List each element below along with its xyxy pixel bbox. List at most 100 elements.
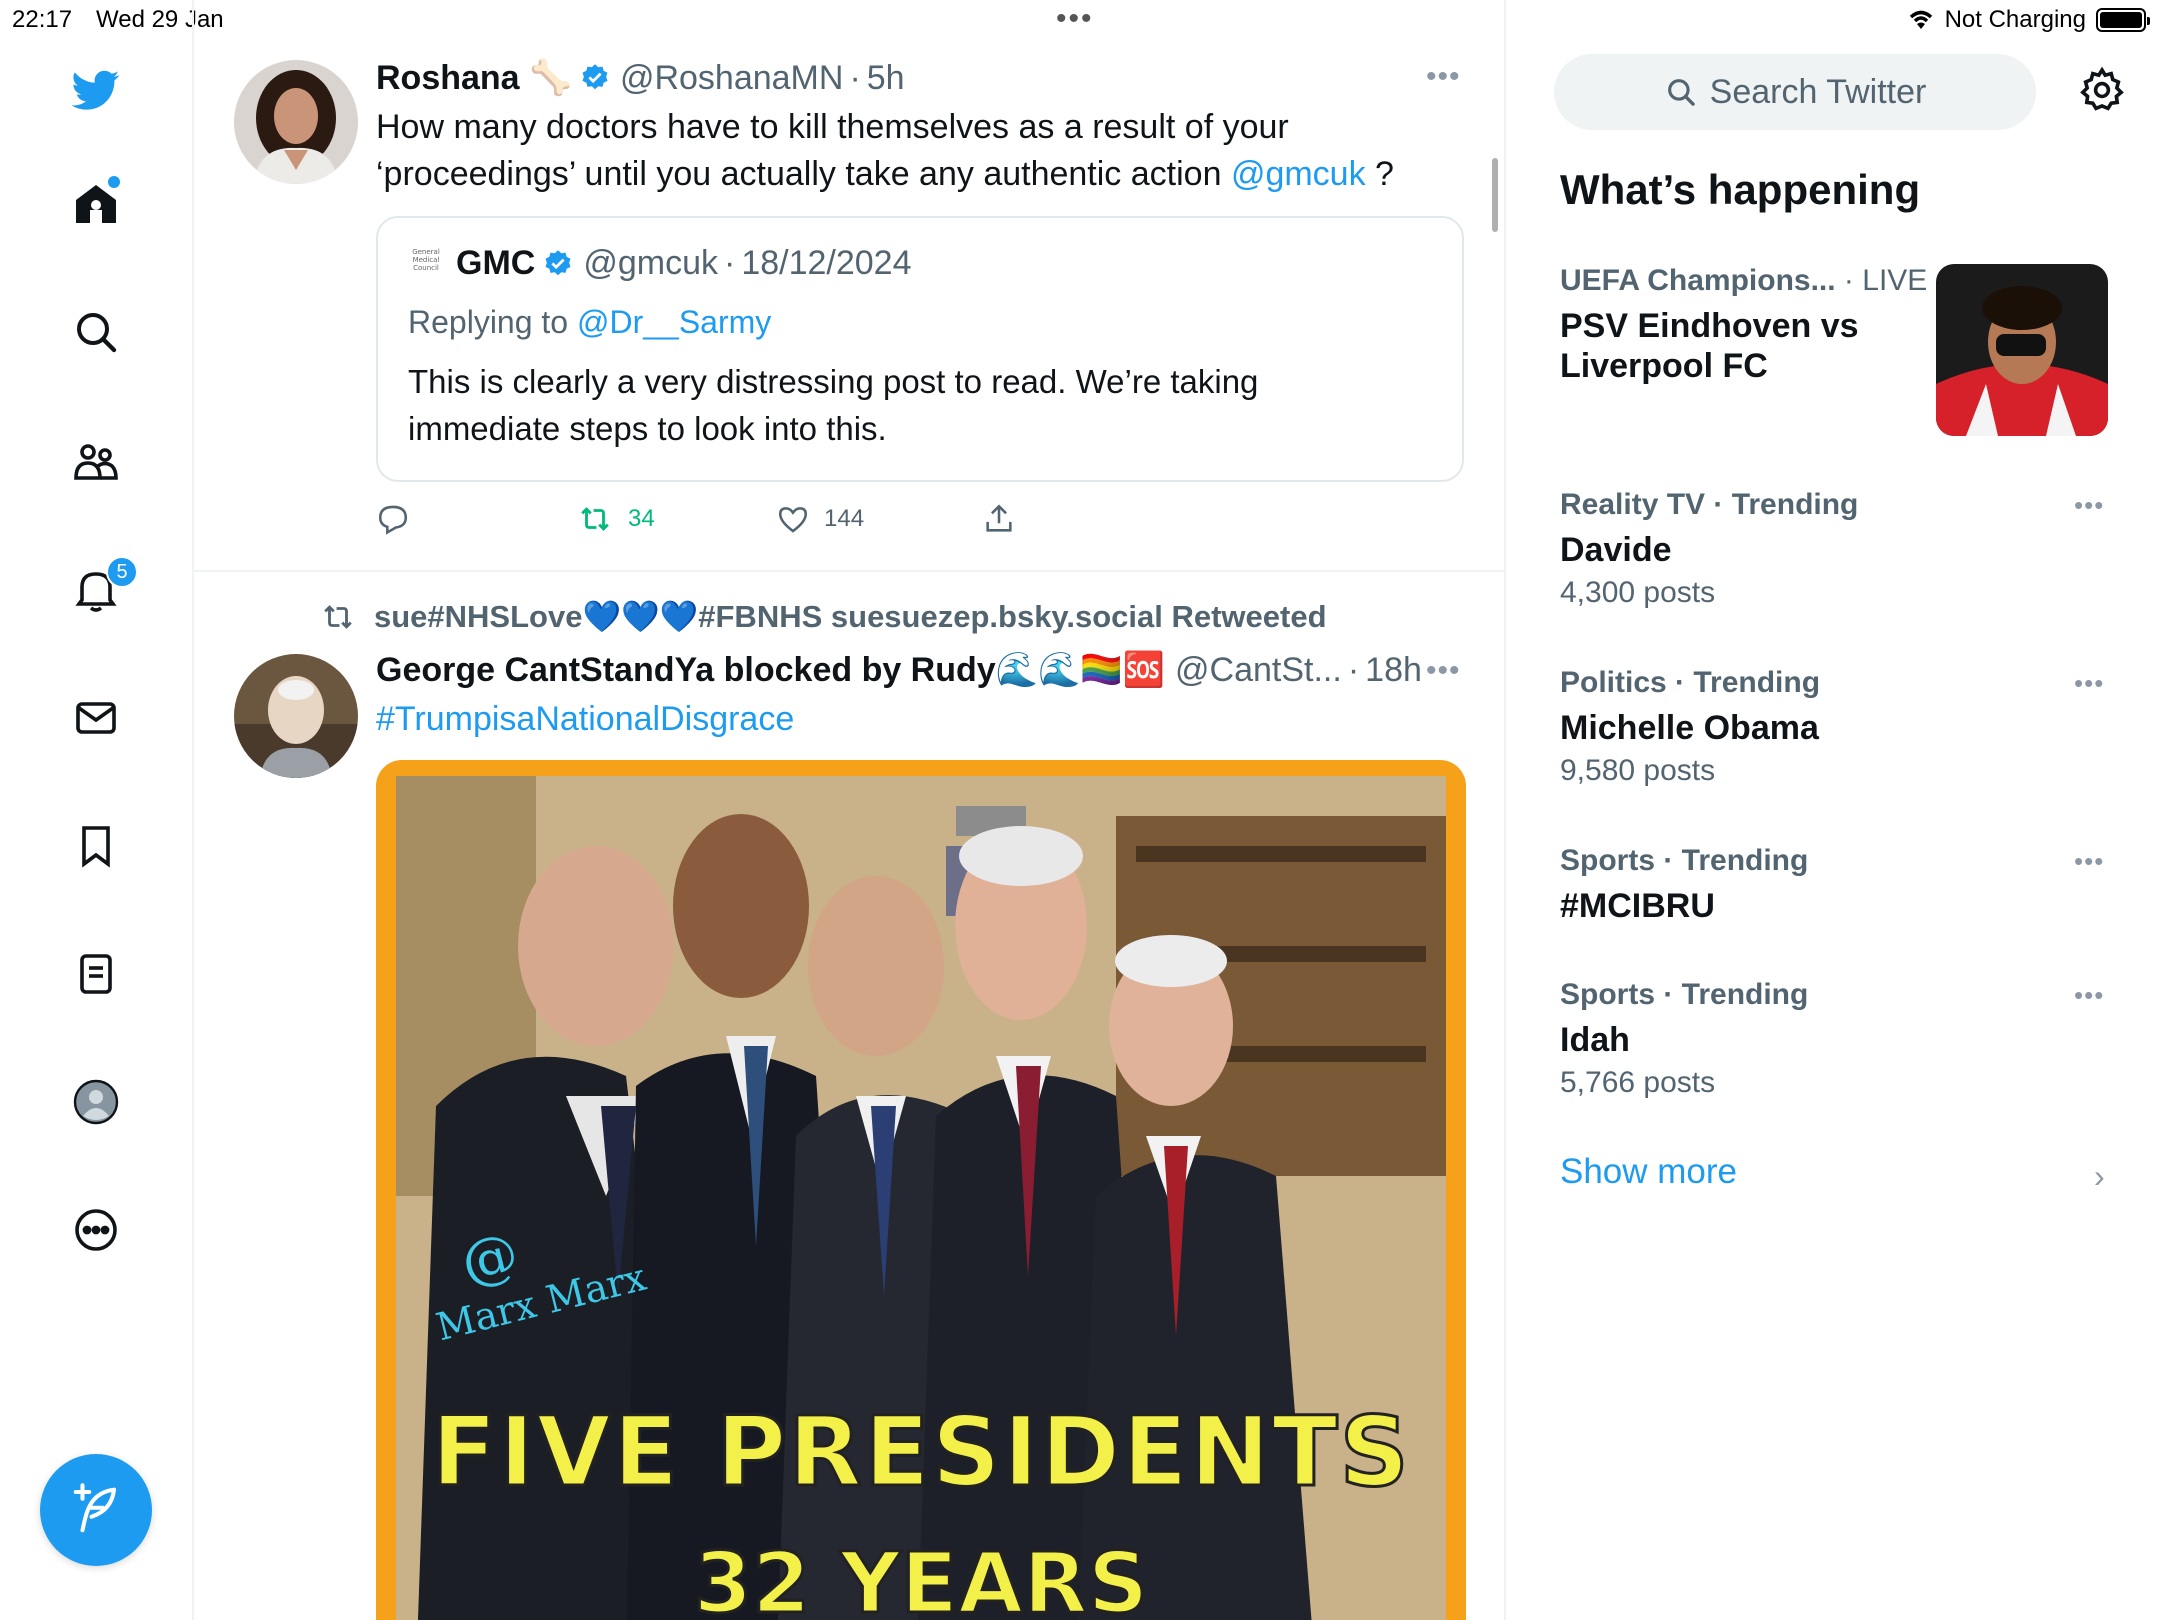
trend-item[interactable]: Politics · Trending Michelle Obama 9,580…: [1560, 666, 2120, 788]
chevron-right-icon[interactable]: ›: [2094, 1158, 2105, 1195]
tweet-header: George CantStandYa blocked by Rudy🌊🌊🏳️‍🌈…: [376, 650, 1422, 690]
author-name[interactable]: Roshana: [376, 59, 520, 98]
retweet-icon: [581, 507, 609, 531]
tweet-text: How many doctors have to kill themselves…: [376, 104, 1476, 198]
replying-to-handle[interactable]: @Dr__Sarmy: [577, 304, 771, 340]
hashtag-link[interactable]: #TrumpisaNationalDisgrace: [376, 700, 794, 738]
trend-meta: UEFA Champions... · LIVE: [1560, 264, 1940, 298]
right-sidebar: Search Twitter What’s happening UEFA Cha…: [1508, 0, 2160, 1620]
compose-icon: [73, 1483, 117, 1533]
trend-more-icon[interactable]: •••: [2074, 490, 2104, 521]
trend-post-count: 4,300 posts: [1560, 576, 1716, 609]
tweet-image[interactable]: @ Marx Marx FIVE PRESIDENTS 32 YEARS: [376, 760, 1466, 1620]
retweet-icon: [324, 604, 352, 629]
trend-post-count: 5,766 posts: [1560, 1066, 1716, 1099]
replying-to-label: Replying to: [408, 304, 577, 340]
image-content: @ Marx Marx FIVE PRESIDENTS 32 YEARS: [396, 776, 1446, 1620]
retweet-count: 34: [628, 505, 655, 532]
verified-badge-icon: [545, 249, 571, 275]
quote-text-line: This is clearly a very distressing post …: [408, 363, 1259, 400]
tweet-more-icon[interactable]: •••: [1426, 60, 1461, 94]
quote-author-handle: @gmcuk: [583, 244, 718, 282]
avatar-roshana[interactable]: [234, 60, 358, 184]
trend-item[interactable]: Sports · Trending Idah 5,766 posts: [1560, 978, 2120, 1100]
tweet-text: #TrumpisaNationalDisgrace: [376, 696, 794, 743]
trend-more-icon[interactable]: •••: [2074, 980, 2104, 1011]
reply-icon: [378, 505, 408, 535]
quote-text-line: immediate steps to look into this.: [408, 410, 887, 447]
trend-item[interactable]: Reality TV · Trending Davide 4,300 posts: [1560, 488, 2120, 610]
timeline-scrollbar[interactable]: [1492, 158, 1498, 232]
trend-name: Michelle Obama: [1560, 709, 1819, 747]
quote-header: GMC @gmcuk · 18/12/2024: [456, 244, 911, 283]
notification-badge: 5: [106, 556, 138, 588]
trend-category: Reality TV · Trending: [1560, 488, 1859, 521]
trend-category: UEFA Champions...: [1560, 264, 1836, 297]
search-icon: [1667, 79, 1695, 106]
gmc-logo: General Medical Council: [412, 248, 440, 272]
author-handle[interactable]: @CantSt...: [1175, 651, 1342, 690]
show-more-link[interactable]: Show more: [1560, 1152, 1737, 1192]
messages-icon[interactable]: [66, 688, 126, 748]
replying-to: Replying to @Dr__Sarmy: [408, 304, 771, 341]
quote-date: 18/12/2024: [741, 244, 912, 282]
tweet-divider: [194, 570, 1504, 572]
trend-thumbnail[interactable]: [1936, 264, 2108, 436]
retweeted-by: sue#NHSLove💙💙💙#FBNHS suesuezep.bsky.soci…: [318, 598, 1327, 635]
tweet-time[interactable]: 5h: [867, 59, 905, 98]
twitter-logo-icon[interactable]: [66, 60, 126, 120]
quoted-tweet[interactable]: General Medical Council GMC @gmcuk · 18/…: [376, 216, 1464, 482]
trend-name: #MCIBRU: [1560, 887, 1715, 925]
quote-text: This is clearly a very distressing post …: [408, 358, 1448, 452]
separator: ·: [1347, 650, 1360, 689]
notifications-icon[interactable]: 5: [66, 556, 138, 620]
separator: ·: [849, 58, 861, 97]
retweeted-by-text[interactable]: sue#NHSLove💙💙💙#FBNHS suesuezep.bsky.soci…: [374, 598, 1327, 635]
lists-icon[interactable]: [66, 944, 126, 1004]
home-timeline[interactable]: Roshana 🦴 @RoshanaMN · 5h ••• How many d…: [194, 0, 1506, 1620]
retweet-button[interactable]: 34: [576, 502, 655, 536]
home-unread-dot: [108, 176, 120, 188]
trend-category: Sports · Trending: [1560, 978, 1809, 1011]
compose-button[interactable]: [40, 1454, 152, 1566]
trend-live-label: · LIVE: [1835, 264, 1928, 297]
more-icon[interactable]: [66, 1200, 126, 1260]
trend-category: Sports · Trending: [1560, 844, 1809, 877]
trend-item[interactable]: UEFA Champions... · LIVE PSV Eindhoven v…: [1560, 264, 1940, 386]
trend-more-icon[interactable]: •••: [2074, 668, 2104, 699]
image-caption-line2: 32 YEARS: [692, 1533, 1150, 1620]
tweet-time[interactable]: 18h: [1365, 651, 1422, 690]
author-handle[interactable]: @RoshanaMN: [620, 59, 844, 98]
trend-item[interactable]: Sports · Trending #MCIBRU: [1560, 844, 2120, 926]
search-icon[interactable]: [66, 302, 126, 362]
communities-icon[interactable]: [66, 432, 126, 492]
share-icon: [986, 504, 1012, 532]
separator: ·: [723, 244, 736, 282]
like-count: 144: [824, 505, 865, 532]
trend-name: PSV Eindhoven vs Liverpool FC: [1560, 307, 1859, 385]
mention-link[interactable]: @gmcuk: [1231, 155, 1366, 193]
like-button[interactable]: 144: [776, 502, 864, 536]
profile-icon[interactable]: [66, 1072, 126, 1132]
author-name[interactable]: George CantStandYa blocked by Rudy🌊🌊🏳️‍🌈…: [376, 650, 1165, 690]
share-button[interactable]: [982, 502, 1016, 536]
left-navigation: 5: [0, 0, 194, 1620]
image-caption-line1: FIVE PRESIDENTS: [430, 1395, 1411, 1510]
tweet-header: Roshana 🦴 @RoshanaMN · 5h: [376, 58, 905, 98]
reply-button[interactable]: [376, 502, 410, 536]
avatar-george[interactable]: [234, 654, 358, 778]
home-icon[interactable]: [66, 174, 126, 234]
name-emoji: 🦴: [529, 59, 572, 97]
tweet-actions: 34 144: [376, 502, 1076, 542]
search-placeholder: Search Twitter: [1709, 72, 1927, 111]
bookmarks-icon[interactable]: [66, 816, 126, 876]
tweet-text-line: ‘proceedings’ until you actually take an…: [376, 151, 1476, 198]
settings-gear-icon[interactable]: [2078, 66, 2126, 114]
tweet-text-line: How many doctors have to kill themselves…: [376, 108, 1289, 146]
search-input[interactable]: Search Twitter: [1554, 54, 2036, 130]
quote-author-name: GMC: [456, 244, 536, 282]
tweet-more-icon[interactable]: •••: [1426, 654, 1461, 688]
trend-more-icon[interactable]: •••: [2074, 846, 2104, 877]
tweet-text-part: ?: [1365, 155, 1394, 193]
trend-name: Idah: [1560, 1021, 1630, 1059]
